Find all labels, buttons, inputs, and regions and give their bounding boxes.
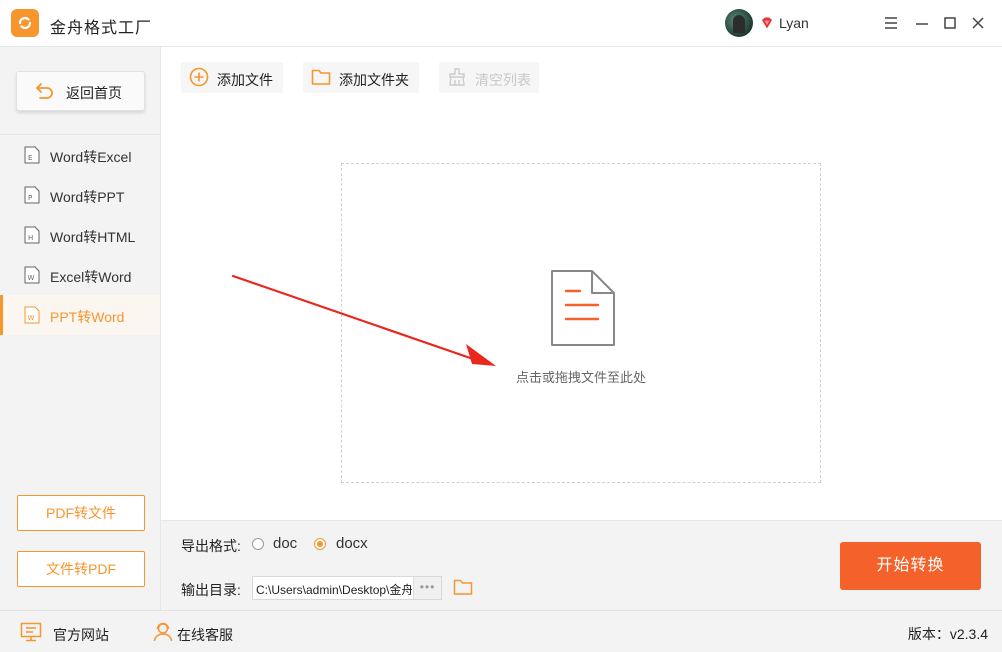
sidebar-item-excel-to-word[interactable]: W Excel转Word: [0, 255, 160, 295]
sidebar-item-ppt-to-word[interactable]: W PPT转Word: [0, 295, 160, 335]
status-bar: 官方网站 在线客服 版本：v2.3.4: [0, 610, 1002, 652]
clear-list-label: 清空列表: [475, 72, 531, 88]
sidebar-item-word-to-html[interactable]: H Word转HTML: [0, 215, 160, 255]
output-dir-field[interactable]: C:\Users\admin\Desktop\金舟格式工厂 •••: [252, 576, 442, 600]
official-website-label: 官方网站: [53, 627, 109, 643]
word-ppt-file-icon: P: [24, 186, 40, 204]
online-support-label: 在线客服: [177, 627, 233, 643]
sidebar-item-label: PPT转Word: [50, 309, 125, 325]
export-format-label: 导出格式:: [181, 538, 241, 554]
word-html-file-icon: H: [24, 226, 40, 244]
back-arrow-icon: [36, 83, 53, 99]
official-website-link[interactable]: 官方网站: [20, 611, 120, 652]
add-folder-button[interactable]: 添加文件夹: [303, 62, 419, 93]
monitor-icon: [20, 622, 42, 642]
red-arrow-icon: [231, 274, 496, 366]
document-icon: [551, 270, 615, 346]
svg-text:H: H: [28, 234, 33, 242]
browse-more-button[interactable]: •••: [413, 577, 441, 599]
output-dir-value: C:\Users\admin\Desktop\金舟格式工厂: [256, 583, 412, 597]
menu-icon[interactable]: [880, 12, 902, 34]
close-icon[interactable]: [967, 12, 989, 34]
home-button[interactable]: 返回首页: [16, 71, 145, 111]
sidebar-item-label: Word转PPT: [50, 189, 125, 205]
word-excel-file-icon: E: [24, 146, 40, 164]
avatar[interactable]: [725, 9, 753, 37]
app-title: 金舟格式工厂: [50, 20, 153, 37]
minimize-icon[interactable]: [911, 12, 933, 34]
clear-list-button[interactable]: 清空列表: [439, 62, 539, 93]
add-file-label: 添加文件: [217, 72, 273, 88]
output-settings-panel: 导出格式: doc docx 输出目录: C:\Users\admin\Desk…: [161, 520, 1002, 610]
start-convert-button[interactable]: 开始转换: [840, 542, 981, 590]
excel-word-file-icon: W: [24, 266, 40, 284]
sidebar-item-word-to-ppt[interactable]: P Word转PPT: [0, 175, 160, 215]
svg-text:E: E: [28, 154, 32, 162]
format-radio-doc[interactable]: [252, 538, 264, 550]
title-bar: 金舟格式工厂 Lyan: [0, 0, 1002, 47]
folder-icon: [311, 69, 331, 85]
user-name[interactable]: Lyan: [779, 15, 809, 31]
format-radio-docx[interactable]: [314, 538, 326, 550]
maximize-icon[interactable]: [939, 12, 961, 34]
online-support-link[interactable]: 在线客服: [152, 611, 252, 652]
output-dir-label: 输出目录:: [181, 582, 241, 598]
open-folder-icon[interactable]: [453, 578, 473, 596]
home-button-label: 返回首页: [66, 85, 122, 101]
broom-icon: [449, 68, 465, 86]
ppt-word-file-icon: W: [24, 306, 40, 324]
add-file-button[interactable]: 添加文件: [181, 62, 283, 93]
add-folder-label: 添加文件夹: [339, 72, 409, 88]
pdf-to-file-button[interactable]: PDF转文件: [17, 495, 145, 531]
file-to-pdf-button[interactable]: 文件转PDF: [17, 551, 145, 587]
svg-text:W: W: [28, 274, 35, 282]
sidebar-item-label: Excel转Word: [50, 269, 132, 285]
sidebar-item-word-to-excel[interactable]: E Word转Excel: [0, 135, 160, 175]
sidebar-item-label: Word转HTML: [50, 229, 136, 245]
support-person-icon: [153, 622, 173, 642]
version-label: 版本：v2.3.4: [907, 626, 988, 642]
svg-text:W: W: [28, 314, 35, 322]
sidebar: 返回首页 E Word转Excel P Word转PPT H Word转HTML…: [0, 47, 161, 610]
add-circle-icon: [189, 67, 209, 87]
format-label-docx[interactable]: docx: [336, 535, 368, 552]
svg-text:P: P: [28, 194, 32, 202]
sidebar-item-label: Word转Excel: [50, 149, 132, 165]
app-logo-icon: [11, 9, 39, 37]
vip-diamond-icon: [762, 17, 772, 29]
format-label-doc[interactable]: doc: [273, 535, 297, 552]
